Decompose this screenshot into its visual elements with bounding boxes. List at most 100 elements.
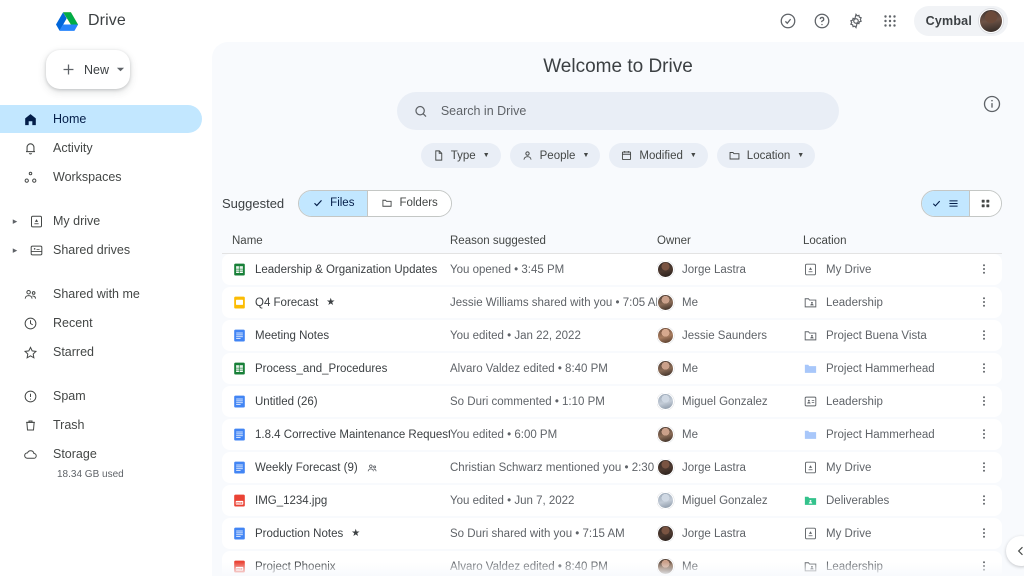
search-input[interactable] bbox=[440, 104, 823, 118]
grid-view-button[interactable] bbox=[970, 190, 1001, 216]
cell-name[interactable]: PDF Project Phoenix bbox=[232, 559, 450, 574]
file-name: Leadership & Organization Updates bbox=[255, 263, 438, 276]
cell-name[interactable]: Meeting Notes bbox=[232, 328, 450, 343]
check-icon bbox=[314, 199, 323, 207]
list-view-button[interactable] bbox=[922, 190, 969, 216]
sidebar-item-trash[interactable]: Trash bbox=[0, 411, 202, 439]
cell-location[interactable]: Project Hammerhead bbox=[803, 427, 963, 442]
row-more-actions-button[interactable] bbox=[977, 493, 991, 509]
row-more-actions-button[interactable] bbox=[977, 460, 991, 476]
row-more-actions-button[interactable] bbox=[977, 526, 991, 542]
filter-chip-type[interactable]: Type ▼ bbox=[420, 143, 501, 168]
owner-avatar bbox=[657, 459, 674, 476]
table-row[interactable]: Untitled (26) So Duri commented • 1:10 PM… bbox=[222, 386, 1002, 417]
row-more-actions-button[interactable] bbox=[977, 559, 991, 575]
cell-location[interactable]: My Drive bbox=[803, 526, 963, 541]
table-row[interactable]: PDF Project Phoenix Alvaro Valdez edited •… bbox=[222, 551, 1002, 576]
cell-name[interactable]: 1.8.4 Corrective Maintenance Request bbox=[232, 427, 450, 442]
row-more-actions-button[interactable] bbox=[977, 295, 991, 311]
column-header-owner[interactable]: Owner bbox=[657, 235, 803, 247]
docs-file-icon bbox=[234, 329, 245, 342]
brand-logo-group[interactable]: Drive bbox=[55, 11, 126, 32]
segment-folders[interactable]: Folders bbox=[368, 190, 451, 216]
sidebar-item-storage[interactable]: Storage bbox=[0, 440, 202, 468]
filter-chip-location[interactable]: Location ▼ bbox=[716, 143, 816, 168]
cell-name[interactable]: Weekly Forecast (9) bbox=[232, 460, 450, 475]
table-row[interactable]: PDF IMG_1234.jpg You edited • Jun 7, 2022 M… bbox=[222, 485, 1002, 516]
row-more-actions-button[interactable] bbox=[977, 361, 991, 377]
sidebar-item-spam[interactable]: Spam bbox=[0, 382, 202, 410]
new-button[interactable]: New bbox=[46, 50, 130, 89]
help-icon[interactable] bbox=[808, 7, 836, 35]
table-row[interactable]: Leadership & Organization Updates You ope… bbox=[222, 254, 1002, 285]
list-icon bbox=[949, 199, 958, 207]
cell-actions bbox=[963, 394, 991, 410]
cell-actions bbox=[963, 493, 991, 509]
cell-name[interactable]: PDF IMG_1234.jpg bbox=[232, 493, 450, 508]
sidebar-item-my-drive[interactable]: ▸ My drive bbox=[0, 207, 202, 235]
account-chip[interactable]: Cymbal bbox=[913, 6, 1008, 36]
segment-files[interactable]: Files bbox=[299, 190, 368, 216]
starred-icon[interactable]: ★ bbox=[351, 528, 360, 539]
expand-caret-icon[interactable]: ▸ bbox=[10, 216, 20, 226]
row-more-actions-button[interactable] bbox=[977, 262, 991, 278]
collapse-panel-button[interactable] bbox=[1006, 536, 1024, 566]
cell-location[interactable]: Leadership bbox=[803, 394, 963, 409]
sheets-file-icon bbox=[234, 263, 245, 276]
sidebar-item-recent[interactable]: Recent bbox=[0, 309, 202, 337]
file-name: Q4 Forecast bbox=[255, 296, 319, 309]
cell-location[interactable]: Deliverables bbox=[803, 493, 963, 508]
filter-chip-people[interactable]: People ▼ bbox=[509, 143, 601, 168]
cell-location[interactable]: My Drive bbox=[803, 460, 963, 475]
starred-icon[interactable]: ★ bbox=[326, 297, 335, 308]
cell-reason: You opened • 3:45 PM bbox=[450, 263, 565, 276]
table-row[interactable]: Weekly Forecast (9) Christian Schwarz men… bbox=[222, 452, 1002, 483]
sidebar: New Home Activity Workspaces ▸ My drive … bbox=[0, 42, 212, 576]
owner-avatar bbox=[657, 492, 674, 509]
table-row[interactable]: 1.8.4 Corrective Maintenance Request You … bbox=[222, 419, 1002, 450]
avatar[interactable] bbox=[979, 9, 1003, 33]
cell-name[interactable]: Untitled (26) bbox=[232, 394, 450, 409]
column-header-reason[interactable]: Reason suggested bbox=[450, 235, 657, 247]
cell-name[interactable]: Process_and_Procedures bbox=[232, 361, 450, 376]
search-box[interactable] bbox=[397, 92, 839, 130]
row-more-actions-button[interactable] bbox=[977, 328, 991, 344]
docs-file-icon bbox=[234, 527, 245, 540]
apps-grid-icon[interactable] bbox=[876, 7, 904, 35]
expand-caret-icon[interactable]: ▸ bbox=[10, 245, 20, 255]
files-folders-segmented-control: Files Folders bbox=[298, 189, 452, 217]
table-row[interactable]: Meeting Notes You edited • Jan 22, 2022 Je… bbox=[222, 320, 1002, 351]
account-name: Cymbal bbox=[925, 14, 972, 28]
top-bar: Drive Cymbal bbox=[0, 0, 1024, 42]
cell-location[interactable]: Project Hammerhead bbox=[803, 361, 963, 376]
info-icon[interactable] bbox=[982, 94, 1004, 116]
cell-location[interactable]: My Drive bbox=[803, 262, 963, 277]
sidebar-item-starred[interactable]: Starred bbox=[0, 338, 202, 366]
row-more-actions-button[interactable] bbox=[977, 427, 991, 443]
table-row[interactable]: Process_and_Procedures Alvaro Valdez edit… bbox=[222, 353, 1002, 384]
column-header-name[interactable]: Name bbox=[232, 235, 450, 247]
cell-location[interactable]: Leadership bbox=[803, 559, 963, 574]
filter-chip-modified[interactable]: Modified ▼ bbox=[609, 143, 708, 168]
clock-icon bbox=[22, 315, 39, 332]
sidebar-item-home[interactable]: Home bbox=[0, 105, 202, 133]
activity-check-icon[interactable] bbox=[774, 7, 802, 35]
settings-gear-icon[interactable] bbox=[842, 7, 870, 35]
cell-location[interactable]: Leadership bbox=[803, 295, 963, 310]
owner-avatar bbox=[657, 360, 674, 377]
sidebar-item-shared-with-me[interactable]: Shared with me bbox=[0, 280, 202, 308]
folder-location-icon bbox=[804, 430, 817, 439]
table-row[interactable]: Q4 Forecast ★ Jessie Williams shared with … bbox=[222, 287, 1002, 318]
column-header-location[interactable]: Location bbox=[803, 235, 963, 247]
cell-name[interactable]: Production Notes ★ bbox=[232, 526, 450, 541]
drive-app: Drive Cymbal New Home Activity Workspace… bbox=[0, 0, 1024, 576]
sidebar-item-workspaces[interactable]: Workspaces bbox=[0, 163, 202, 191]
sidebar-item-shared-drives[interactable]: ▸ Shared drives bbox=[0, 236, 202, 264]
cell-name[interactable]: Leadership & Organization Updates bbox=[232, 262, 450, 277]
table-row[interactable]: Production Notes ★ So Duri shared with you… bbox=[222, 518, 1002, 549]
cell-name[interactable]: Q4 Forecast ★ bbox=[232, 295, 450, 310]
docs-file-icon bbox=[234, 428, 245, 441]
row-more-actions-button[interactable] bbox=[977, 394, 991, 410]
cell-location[interactable]: Project Buena Vista bbox=[803, 328, 963, 343]
sidebar-item-activity[interactable]: Activity bbox=[0, 134, 202, 162]
